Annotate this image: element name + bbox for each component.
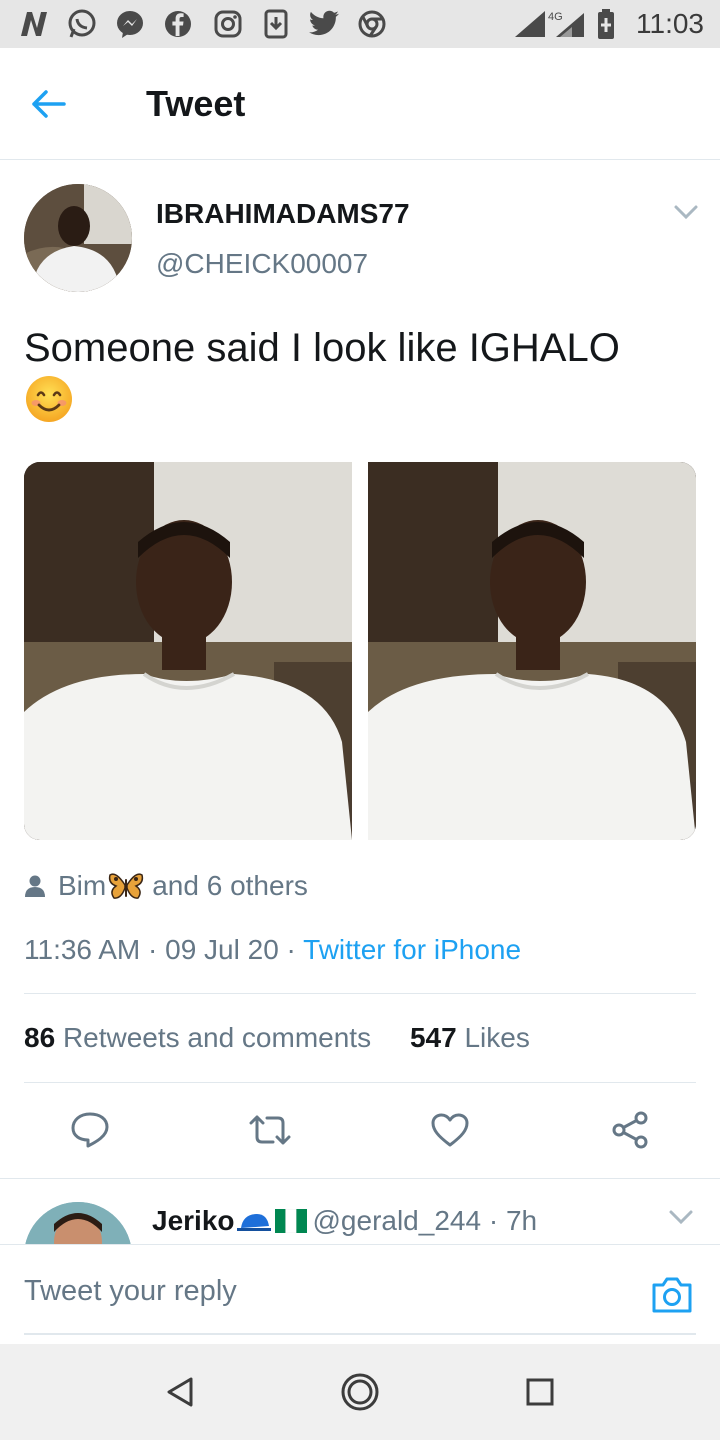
status-bar: 4G 11:03 bbox=[0, 0, 720, 48]
triangle-back-icon bbox=[167, 1377, 193, 1407]
reply-author-name: Jeriko bbox=[152, 1205, 235, 1236]
tweet-date: 09 Jul 20 bbox=[165, 934, 279, 965]
nigeria-flag-icon bbox=[274, 1209, 307, 1233]
share-icon bbox=[612, 1111, 648, 1149]
facebook-icon bbox=[162, 8, 194, 40]
chrome-icon bbox=[356, 8, 388, 40]
tweet-photo-2[interactable] bbox=[368, 462, 696, 840]
messenger-icon bbox=[114, 8, 146, 40]
reply-time: 7h bbox=[505, 1205, 538, 1236]
retweet-icon bbox=[249, 1115, 291, 1145]
retweets-stat[interactable]: 86 Retweets and comments bbox=[24, 1022, 371, 1053]
back-button[interactable] bbox=[30, 84, 82, 124]
person-icon bbox=[25, 875, 45, 897]
author-handle[interactable]: @CHEICK00007 bbox=[156, 248, 368, 280]
chevron-down-icon bbox=[674, 205, 698, 220]
likes-stat[interactable]: 547 Likes bbox=[410, 1022, 530, 1053]
signal-icon bbox=[512, 8, 548, 40]
back-arrow-icon bbox=[32, 90, 66, 118]
twitter-icon bbox=[308, 8, 340, 40]
liker-others: and 6 others bbox=[152, 870, 308, 901]
reply-author-handle: @gerald_244 bbox=[312, 1205, 482, 1236]
smiling-face-icon bbox=[24, 374, 74, 424]
liked-by-row[interactable]: Bim and 6 others bbox=[24, 868, 308, 904]
clock: 11:03 bbox=[636, 8, 704, 39]
reply-input[interactable] bbox=[24, 1275, 584, 1308]
cap-emoji-icon bbox=[236, 1214, 271, 1231]
tweet-source-link[interactable]: Twitter for iPhone bbox=[303, 934, 521, 965]
tweet-text: Someone said I look like IGHALO bbox=[24, 322, 696, 427]
notification-n-icon bbox=[18, 8, 50, 40]
tweet-menu-button[interactable] bbox=[672, 202, 700, 222]
retweet-button[interactable] bbox=[246, 1106, 294, 1154]
heart-icon bbox=[431, 1113, 469, 1147]
nav-back-button[interactable] bbox=[158, 1370, 202, 1414]
system-nav-bar bbox=[0, 1344, 720, 1440]
retweets-count: 86 bbox=[24, 1022, 56, 1053]
camera-icon bbox=[652, 1277, 692, 1313]
chevron-down-icon bbox=[669, 1210, 693, 1225]
reply-button[interactable] bbox=[66, 1106, 114, 1154]
nav-recents-button[interactable] bbox=[518, 1370, 562, 1414]
comment-icon bbox=[71, 1112, 109, 1148]
nav-home-button[interactable] bbox=[338, 1370, 382, 1414]
download-icon bbox=[260, 8, 292, 40]
square-recents-icon bbox=[526, 1378, 554, 1406]
divider bbox=[0, 1178, 720, 1179]
butterfly-emoji-icon bbox=[108, 871, 144, 901]
whatsapp-icon bbox=[66, 8, 98, 40]
retweets-label: Retweets and comments bbox=[62, 1022, 372, 1053]
tweet-timestamp: 11:36 AM · 09 Jul 20 · Twitter for iPhon… bbox=[24, 934, 522, 965]
author-display-name[interactable]: IBRAHIMADAMS77 bbox=[156, 198, 410, 230]
tweet-stats: 86 Retweets and comments 547 Likes bbox=[24, 1020, 530, 1056]
instagram-icon bbox=[212, 8, 244, 40]
author-avatar[interactable] bbox=[24, 184, 132, 292]
network-type-label: 4G bbox=[548, 11, 563, 23]
reply-menu-button[interactable] bbox=[668, 1208, 694, 1226]
divider bbox=[24, 1082, 696, 1083]
reply-header[interactable]: Jeriko @gerald_244 · 7h bbox=[152, 1204, 537, 1238]
input-underline bbox=[24, 1333, 696, 1335]
signal-4g-icon: 4G bbox=[548, 8, 588, 40]
liker-name: Bim bbox=[58, 870, 107, 901]
app-header: Tweet bbox=[0, 48, 720, 160]
likes-label: Likes bbox=[464, 1022, 530, 1053]
battery-icon bbox=[594, 8, 618, 40]
likes-count: 547 bbox=[409, 1022, 457, 1053]
camera-button[interactable] bbox=[650, 1275, 694, 1315]
tweet-body: Someone said I look like IGHALO bbox=[24, 326, 620, 370]
divider bbox=[24, 993, 696, 994]
reply-compose-bar bbox=[0, 1244, 720, 1344]
home-circle-icon bbox=[341, 1373, 379, 1411]
tweet-time: 11:36 AM bbox=[24, 934, 141, 965]
page-title: Tweet bbox=[146, 83, 246, 124]
share-button[interactable] bbox=[606, 1106, 654, 1154]
like-button[interactable] bbox=[426, 1106, 474, 1154]
tweet-photo-1[interactable] bbox=[24, 462, 352, 840]
